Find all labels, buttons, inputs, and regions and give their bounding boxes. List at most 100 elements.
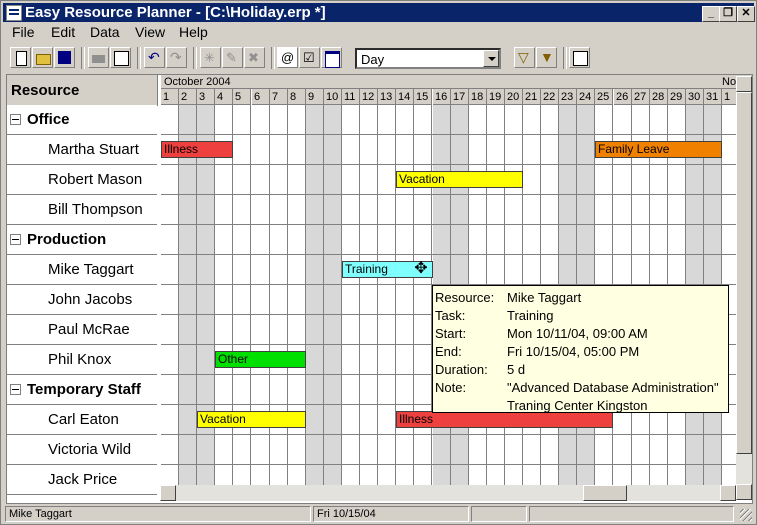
resource-label: Carl Eaton [48,411,119,428]
resource-row[interactable]: Jack Price [7,465,157,495]
print-button[interactable] [88,47,109,68]
delete-task-button[interactable]: ✖ [244,47,265,68]
collapse-icon[interactable] [10,384,21,395]
menu-view[interactable]: View [135,24,165,40]
row-divider [161,464,737,465]
chevron-down-icon[interactable] [483,50,499,67]
scroll-down-button[interactable] [736,484,752,500]
properties-button[interactable] [321,47,342,68]
save-button[interactable] [54,47,75,68]
check-button[interactable]: ☑ [299,47,320,68]
clear-filter-button[interactable]: ▼ [536,47,557,68]
vertical-scrollbar[interactable] [736,76,752,500]
tooltip-note: "Advanced Database Administration" [507,380,719,395]
task-bar[interactable]: Other [215,351,306,368]
day-header: 31 [704,89,722,105]
resource-row[interactable]: Mike Taggart [7,255,157,285]
day-header: 4 [215,89,233,105]
resource-row[interactable]: Phil Knox [7,345,157,375]
status-resource: Mike Taggart [5,506,311,522]
day-header: 27 [632,89,650,105]
day-header: 2 [179,89,197,105]
horizontal-scroll-thumb[interactable] [583,485,627,501]
resource-label: Robert Mason [48,171,143,188]
resource-group[interactable]: Temporary Staff [7,375,157,405]
save-disk-icon [58,51,71,64]
undo-icon: ↶ [148,49,160,65]
redo-button[interactable]: ↷ [166,47,187,68]
horizontal-scrollbar[interactable] [160,485,736,501]
day-header: 6 [252,89,270,105]
resource-column-header[interactable]: Resource [7,75,158,106]
size-grip-icon[interactable] [740,509,752,521]
app-icon[interactable] [6,5,22,21]
task-tooltip: Resource: Mike Taggart Task: Training Star… [432,285,729,413]
month-header: October 2004 [161,75,719,89]
scroll-right-button[interactable] [720,485,736,501]
task-bar[interactable]: Vacation [396,171,523,188]
resource-label: Victoria Wild [48,441,132,458]
resource-group[interactable]: Production [7,225,157,255]
minimize-button[interactable]: _ [702,6,720,22]
day-header: 25 [595,89,613,105]
scroll-up-button[interactable] [736,76,752,92]
resource-row[interactable]: Robert Mason [7,165,157,195]
title-bar: Easy Resource Planner - [C:\Holiday.erp … [3,3,755,22]
open-button[interactable] [32,47,53,68]
day-header: 28 [650,89,668,105]
day-header: 18 [469,89,487,105]
day-header: 21 [523,89,541,105]
tooltip-end: Fri 10/15/04, 05:00 PM [507,344,640,359]
resource-row[interactable]: Bill Thompson [7,195,157,225]
checklist-icon: ☑ [303,50,315,65]
resource-row[interactable]: Victoria Wild [7,435,157,465]
close-button[interactable]: ✕ [737,6,755,22]
menu-edit[interactable]: Edit [51,24,75,40]
day-header: 17 [451,89,469,105]
new-task-button[interactable]: ✳ [200,47,221,68]
edit-task-icon: ✎ [226,50,237,65]
day-header: 23 [559,89,577,105]
resource-row[interactable]: Martha Stuart [7,135,157,165]
collapse-icon[interactable] [10,114,21,125]
menu-file[interactable]: File [12,24,35,40]
resource-row[interactable]: Paul McRae [7,315,157,345]
undo-button[interactable]: ↶ [144,47,165,68]
resource-group[interactable]: Office [7,105,157,135]
menu-data[interactable]: Data [90,24,120,40]
resource-row[interactable]: John Jacobs [7,285,157,315]
resource-label: Paul McRae [48,321,130,338]
task-bar[interactable]: Family Leave [595,141,722,158]
tooltip-note-location: Traning Center Kingston [507,398,648,413]
resource-row[interactable]: Carl Eaton [7,405,157,435]
print-preview-button[interactable] [110,47,131,68]
close-icon: ✕ [741,7,751,19]
day-header: 14 [396,89,414,105]
new-button[interactable] [10,47,31,68]
task-bar[interactable]: Illness [396,411,613,428]
row-divider [161,164,737,165]
filter-icon: ▽ [518,49,529,65]
maximize-button[interactable]: ❐ [719,6,737,22]
tooltip-note-label: Note: [435,380,467,395]
task-bar[interactable]: Illness [161,141,233,158]
move-cursor-icon: ✥ [414,260,428,277]
day-header: 3 [197,89,215,105]
scroll-left-button[interactable] [160,485,176,501]
link-icon: @ [281,50,295,65]
link-button[interactable]: @ [277,47,298,68]
filter-button[interactable]: ▽ [514,47,535,68]
resource-label: Jack Price [48,471,118,488]
resource-label: Phil Knox [48,351,112,368]
menu-help[interactable]: Help [179,24,208,40]
new-task-icon: ✳ [204,50,215,65]
resource-label: Temporary Staff [27,381,141,398]
view-mode-value: Day [361,52,385,67]
task-bar[interactable]: Vacation [197,411,306,428]
view-mode-select[interactable]: Day [355,48,501,69]
collapse-icon[interactable] [10,234,21,245]
table-view-button[interactable] [569,47,590,68]
vertical-scroll-thumb[interactable] [736,92,752,454]
status-date: Fri 10/15/04 [313,506,469,522]
edit-task-button[interactable]: ✎ [222,47,243,68]
